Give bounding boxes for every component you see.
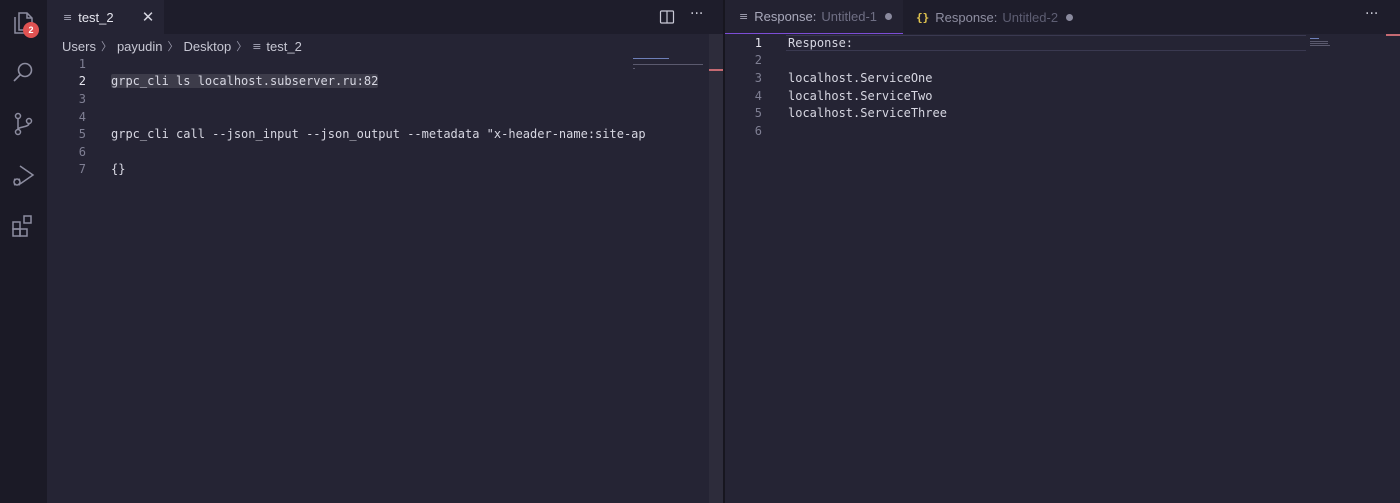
code-line[interactable]: 1 — [47, 55, 709, 73]
line-number: 4 — [78, 109, 86, 124]
breadcrumb-desktop[interactable]: Desktop — [184, 39, 232, 54]
line-number: 4 — [754, 88, 762, 103]
breadcrumb: Users 〉 payudin 〉 Desktop 〉 ≡ test_2 — [62, 37, 302, 55]
line-number: 1 — [754, 35, 762, 50]
code-line[interactable]: 2 grpc_cli ls localhost.subserver.ru:82 — [47, 73, 709, 91]
line-text: grpc_cli call --json_input --json_output… — [111, 127, 646, 142]
lines-icon: ≡ — [252, 39, 262, 53]
code-line[interactable]: 7 {} — [47, 161, 709, 179]
line-text: Response: — [788, 35, 854, 50]
tab-response-untitled-2[interactable]: {} Response: Untitled-2 — [905, 0, 1085, 34]
extensions-icon[interactable] — [8, 211, 38, 241]
code-line[interactable]: 3 localhost.ServiceOne — [725, 69, 1385, 87]
code-line[interactable]: 5 grpc_cli call --json_input --json_outp… — [47, 125, 709, 143]
left-editor-group: ≡ test_2 ✕ ··· Users 〉 payudin 〉 Desktop… — [47, 0, 723, 503]
right-tab-bar: ≡ Response: Untitled-1 {} Response: Unti… — [725, 0, 1400, 34]
minimap[interactable] — [1310, 38, 1334, 46]
code-line[interactable]: 2 — [725, 52, 1385, 70]
explorer-badge: 2 — [23, 22, 39, 38]
line-number: 2 — [754, 53, 762, 68]
scrollbar-marker — [1386, 34, 1400, 36]
run-debug-icon[interactable] — [8, 160, 38, 190]
right-editor-group: ≡ Response: Untitled-1 {} Response: Unti… — [725, 0, 1400, 503]
breadcrumb-payudin[interactable]: payudin — [117, 39, 163, 54]
vertical-scrollbar[interactable] — [1386, 34, 1400, 503]
split-editor-icon[interactable] — [659, 9, 675, 25]
response-editor[interactable]: 1 Response: 2 3 localhost.ServiceOne 4 l… — [725, 34, 1385, 140]
line-text: localhost.ServiceThree — [788, 106, 947, 121]
chevron-right-icon: 〉 — [100, 40, 112, 53]
code-line[interactable]: 6 — [725, 122, 1385, 140]
code-line[interactable]: 3 — [47, 90, 709, 108]
search-icon[interactable] — [8, 58, 38, 88]
line-text: {} — [111, 162, 126, 177]
unsaved-dot-icon[interactable] — [1066, 13, 1074, 21]
lines-icon: ≡ — [63, 10, 73, 24]
line-number: 3 — [78, 91, 86, 106]
line-number: 6 — [754, 123, 762, 138]
code-line[interactable]: 4 — [47, 108, 709, 126]
left-tab-bar: ≡ test_2 ✕ ··· — [47, 0, 723, 34]
minimap[interactable] — [633, 58, 705, 70]
code-line[interactable]: 5 localhost.ServiceThree — [725, 104, 1385, 122]
source-control-icon[interactable] — [8, 109, 38, 139]
line-number: 5 — [754, 106, 762, 121]
tab-description: Untitled-2 — [1002, 9, 1059, 25]
line-number: 1 — [78, 56, 86, 71]
line-text: localhost.ServiceOne — [788, 70, 933, 85]
line-text: localhost.ServiceTwo — [788, 88, 933, 103]
tab-response-untitled-1[interactable]: ≡ Response: Untitled-1 — [725, 0, 903, 34]
code-line[interactable]: 6 — [47, 143, 709, 161]
files-icon[interactable]: 2 — [8, 8, 39, 38]
json-braces-icon: {} — [916, 10, 930, 24]
tab-label: test_2 — [78, 9, 114, 25]
code-line[interactable]: 1 Response: — [725, 34, 1385, 52]
vertical-scrollbar[interactable] — [709, 34, 723, 503]
line-number: 2 — [78, 74, 86, 89]
line-number: 5 — [78, 127, 86, 142]
tab-description: Untitled-1 — [821, 9, 878, 24]
lines-icon: ≡ — [739, 10, 749, 23]
unsaved-dot-icon[interactable] — [885, 13, 893, 20]
chevron-right-icon: 〉 — [167, 40, 179, 53]
line-number: 6 — [78, 144, 86, 159]
close-icon[interactable]: ✕ — [139, 8, 157, 26]
breadcrumb-users[interactable]: Users — [62, 39, 96, 54]
chevron-right-icon: 〉 — [236, 40, 248, 53]
breadcrumb-file[interactable]: test_2 — [266, 39, 301, 54]
code-line[interactable]: 4 localhost.ServiceTwo — [725, 87, 1385, 105]
tab-label: Response: — [754, 9, 817, 24]
more-actions-button[interactable]: ··· — [690, 6, 708, 26]
tab-label: Response: — [935, 9, 998, 25]
activity-bar: 2 — [0, 0, 47, 503]
current-line-highlight — [786, 35, 1306, 51]
more-actions-button[interactable]: ··· — [1365, 6, 1383, 26]
scrollbar-marker — [709, 69, 723, 71]
line-number: 7 — [78, 162, 86, 177]
line-number: 3 — [754, 70, 762, 85]
line-text-selected: grpc_cli ls localhost.subserver.ru:82 — [111, 74, 379, 89]
code-editor[interactable]: 1 2 grpc_cli ls localhost.subserver.ru:8… — [47, 55, 709, 178]
